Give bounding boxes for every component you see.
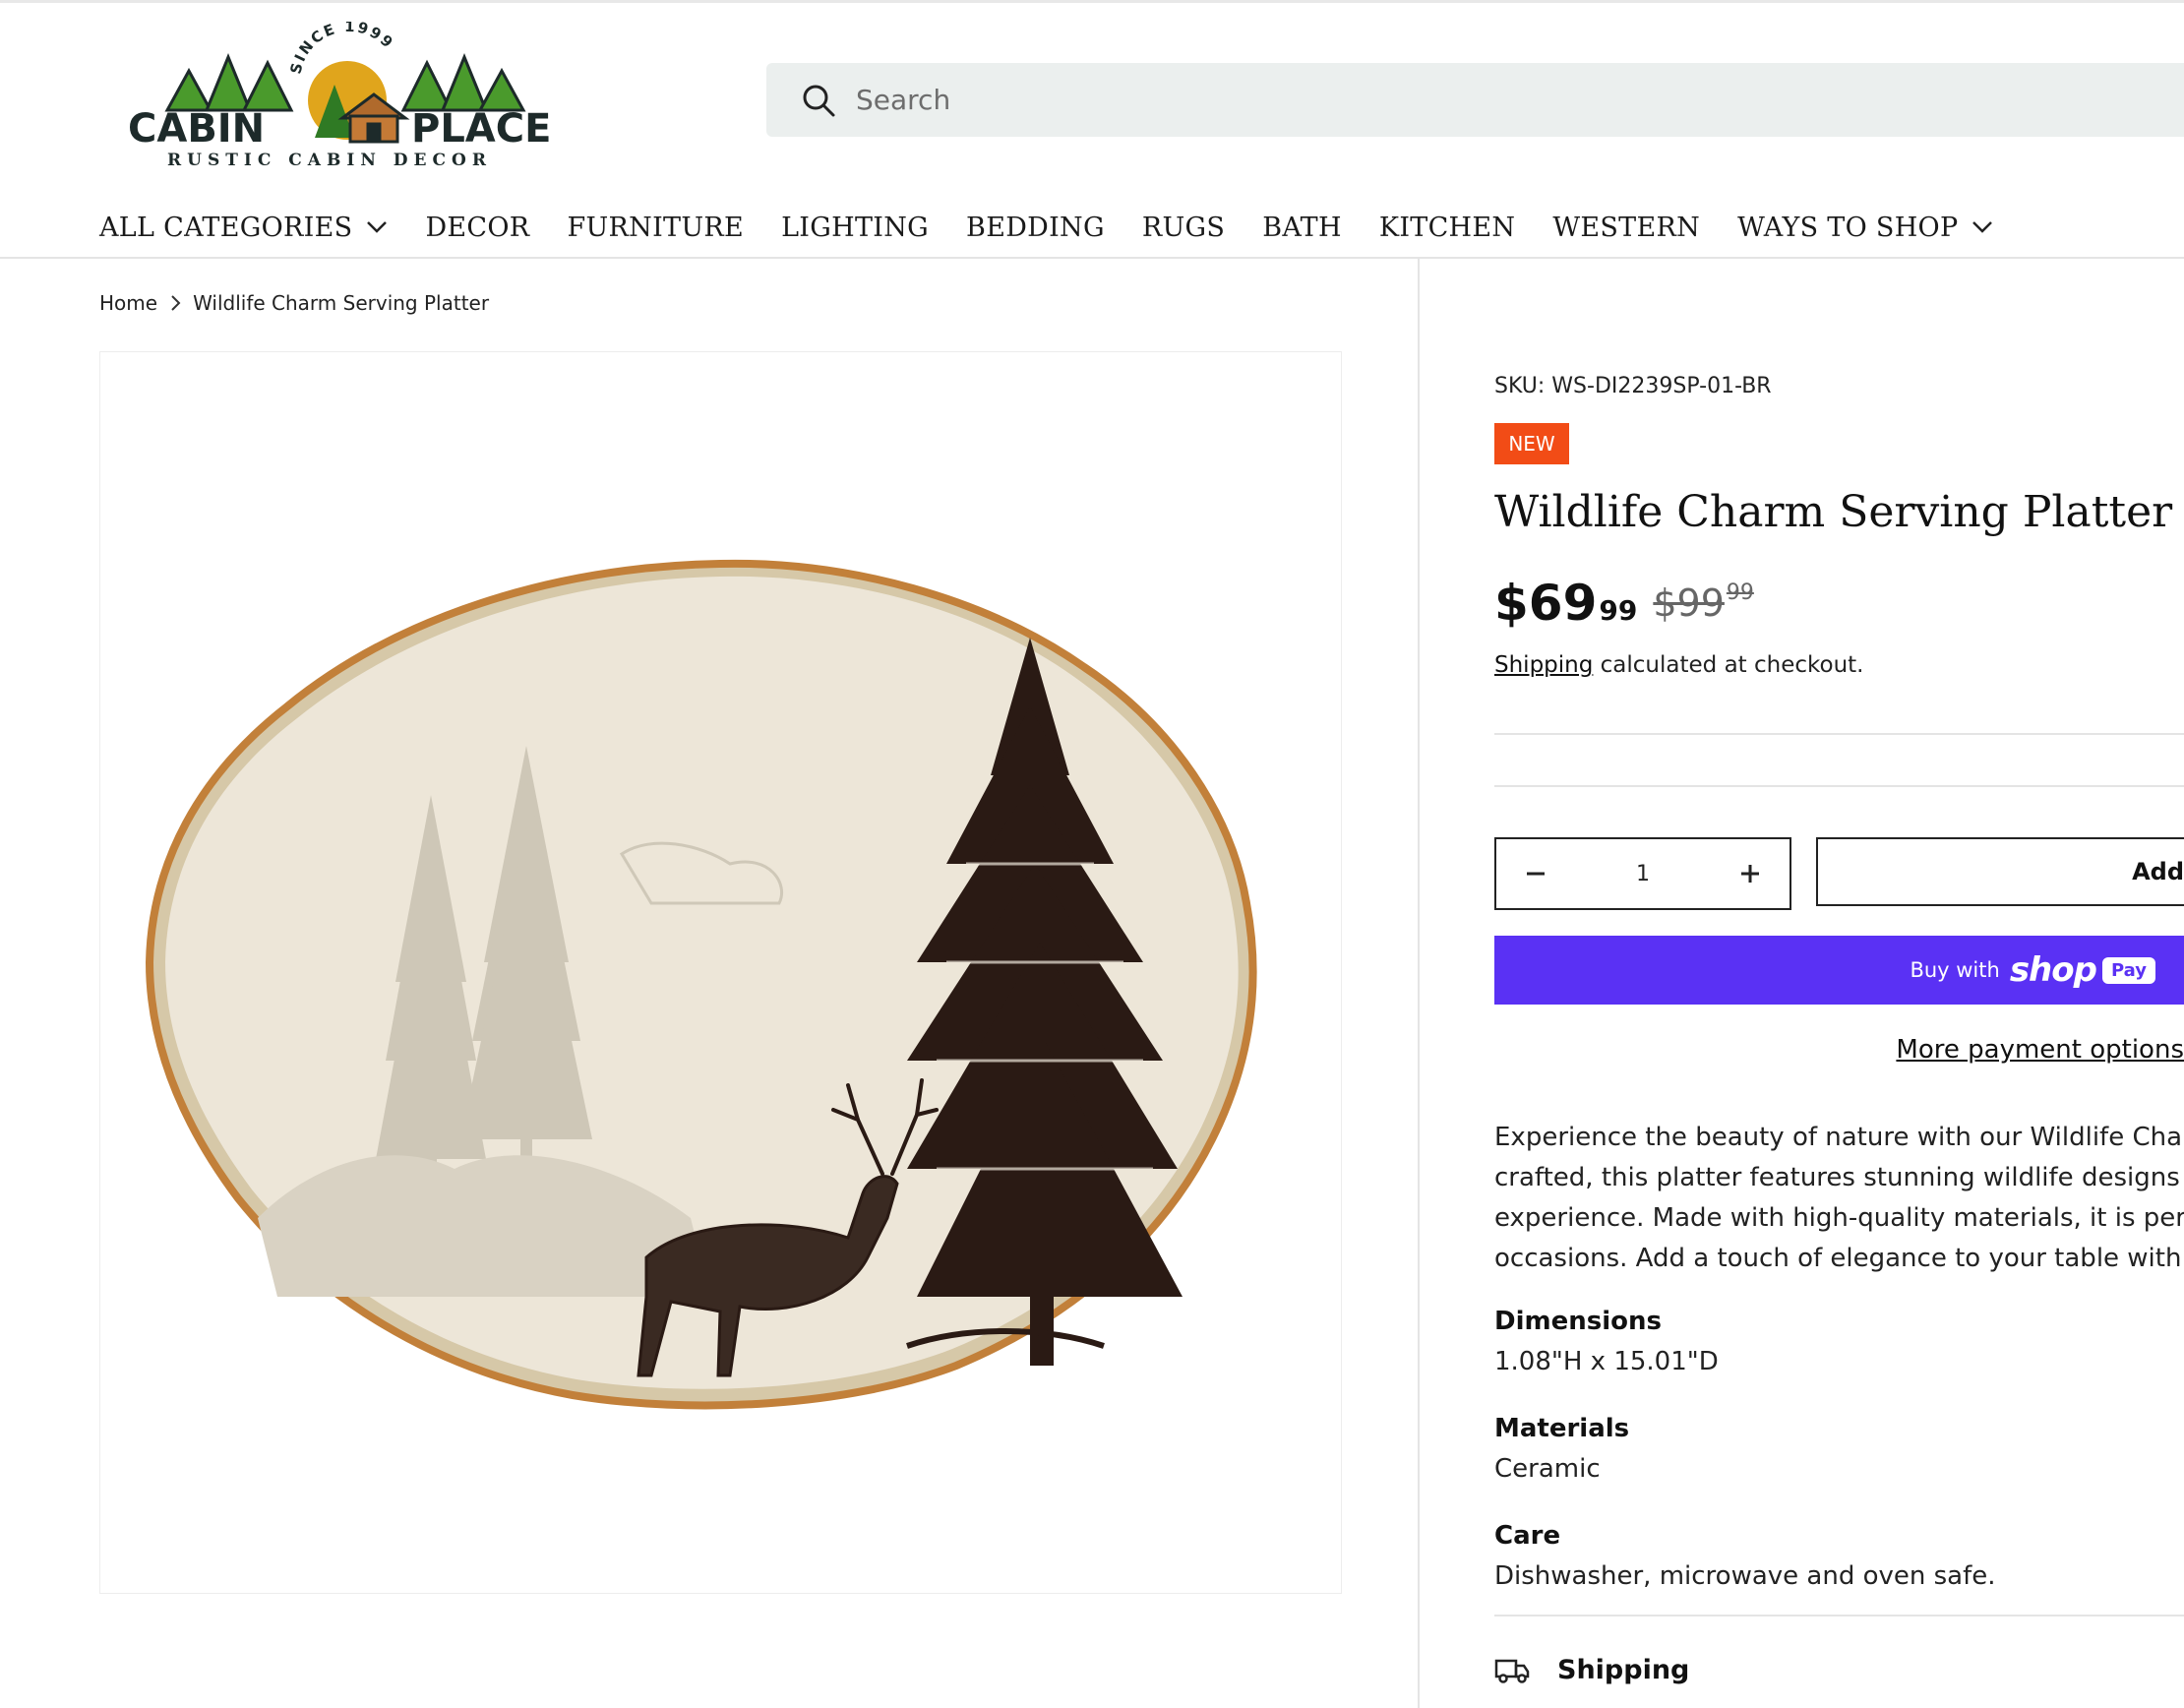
- chevron-right-icon: [171, 295, 181, 311]
- price-original-cents: 99: [1726, 580, 1754, 605]
- shipping-accordion-label: Shipping: [1557, 1655, 1690, 1685]
- price-original: $99 99: [1653, 574, 1754, 633]
- breadcrumb-home[interactable]: Home: [99, 291, 157, 315]
- spec-heading-materials: Materials: [1494, 1414, 1630, 1443]
- spec-heading-care: Care: [1494, 1521, 1561, 1551]
- spec-value-care: Dishwasher, microwave and oven safe.: [1494, 1561, 1996, 1591]
- nav-bedding[interactable]: BEDDING: [966, 213, 1105, 243]
- quantity-stepper: 1: [1494, 837, 1791, 910]
- truck-icon: [1494, 1659, 1530, 1683]
- spec-heading-dimensions: Dimensions: [1494, 1307, 1662, 1336]
- logo-name-right: PLACE: [411, 106, 551, 152]
- site-logo[interactable]: SINCE 1999 CABIN PLACE RUSTIC CABIN DECO…: [118, 18, 551, 170]
- price-current-cents: 99: [1599, 594, 1638, 627]
- more-payment-options-link[interactable]: More payment options: [1896, 1035, 2184, 1065]
- price-current-whole: $69: [1494, 575, 1598, 632]
- product-info: SKU: WS-DI2239SP-01-BR NEW Wildlife Char…: [1494, 0, 2184, 1708]
- nav-furniture[interactable]: FURNITURE: [567, 213, 744, 243]
- shipping-note: Shipping calculated at checkout.: [1494, 652, 1864, 678]
- description-line: Experience the beauty of nature with our…: [1494, 1123, 2184, 1152]
- quantity-input[interactable]: 1: [1636, 862, 1650, 886]
- minus-icon: [1527, 872, 1545, 876]
- shipping-note-text: calculated at checkout.: [1593, 652, 1864, 678]
- quantity-decrease-button[interactable]: [1496, 839, 1575, 908]
- new-badge: NEW: [1494, 423, 1569, 464]
- description-line: crafted, this platter features stunning …: [1494, 1163, 2184, 1192]
- nav-all-categories[interactable]: ALL CATEGORIES: [99, 213, 388, 243]
- nav-lighting[interactable]: LIGHTING: [781, 213, 929, 243]
- logo-graphic: SINCE 1999 CABIN PLACE RUSTIC CABIN DECO…: [128, 18, 551, 170]
- product-description: Experience the beauty of nature with our…: [1494, 1118, 2184, 1279]
- product-image[interactable]: [99, 351, 1342, 1594]
- chevron-down-icon: [367, 221, 388, 233]
- breadcrumb: Home Wildlife Charm Serving Platter: [99, 291, 489, 315]
- search-icon[interactable]: [801, 83, 836, 118]
- add-to-cart-label: Add: [2132, 858, 2184, 885]
- price-block: $6999 $99 99: [1494, 574, 1754, 633]
- breadcrumb-current: Wildlife Charm Serving Platter: [193, 291, 490, 315]
- quantity-increase-button[interactable]: [1711, 839, 1790, 908]
- nav-bath[interactable]: BATH: [1262, 213, 1342, 243]
- nav-decor[interactable]: DECOR: [425, 213, 529, 243]
- price-current: $6999: [1494, 574, 1637, 633]
- divider: [1494, 1615, 2184, 1616]
- description-line: occasions. Add a touch of elegance to yo…: [1494, 1244, 2184, 1273]
- logo-tagline: RUSTIC CABIN DECOR: [167, 151, 492, 169]
- platter-illustration: [145, 559, 1257, 1410]
- shop-pay-brand: shop: [2009, 950, 2097, 990]
- shop-pay-button[interactable]: Buy with shop Pay: [1494, 936, 2184, 1005]
- column-divider: [1418, 259, 1420, 1708]
- description-line: experience. Made with high-quality mater…: [1494, 1203, 2184, 1233]
- shop-pay-pill: Pay: [2101, 956, 2155, 984]
- divider: [1494, 785, 2184, 787]
- shipping-link[interactable]: Shipping: [1494, 652, 1593, 678]
- price-original-whole: $99: [1653, 581, 1725, 625]
- spec-value-dimensions: 1.08"H x 15.01"D: [1494, 1347, 1719, 1376]
- shop-pay-prefix: Buy with: [1910, 958, 2000, 982]
- shipping-accordion[interactable]: Shipping: [1494, 1655, 1689, 1685]
- product-title: Wildlife Charm Serving Platter: [1494, 487, 2173, 537]
- nav-label: ALL CATEGORIES: [99, 212, 353, 243]
- plus-icon: [1741, 865, 1759, 883]
- divider: [1494, 733, 2184, 735]
- logo-name-left: CABIN: [128, 106, 265, 152]
- add-to-cart-button[interactable]: Add: [1816, 837, 2184, 906]
- spec-value-materials: Ceramic: [1494, 1454, 1601, 1484]
- product-sku: SKU: WS-DI2239SP-01-BR: [1494, 374, 1772, 398]
- nav-rugs[interactable]: RUGS: [1142, 213, 1225, 243]
